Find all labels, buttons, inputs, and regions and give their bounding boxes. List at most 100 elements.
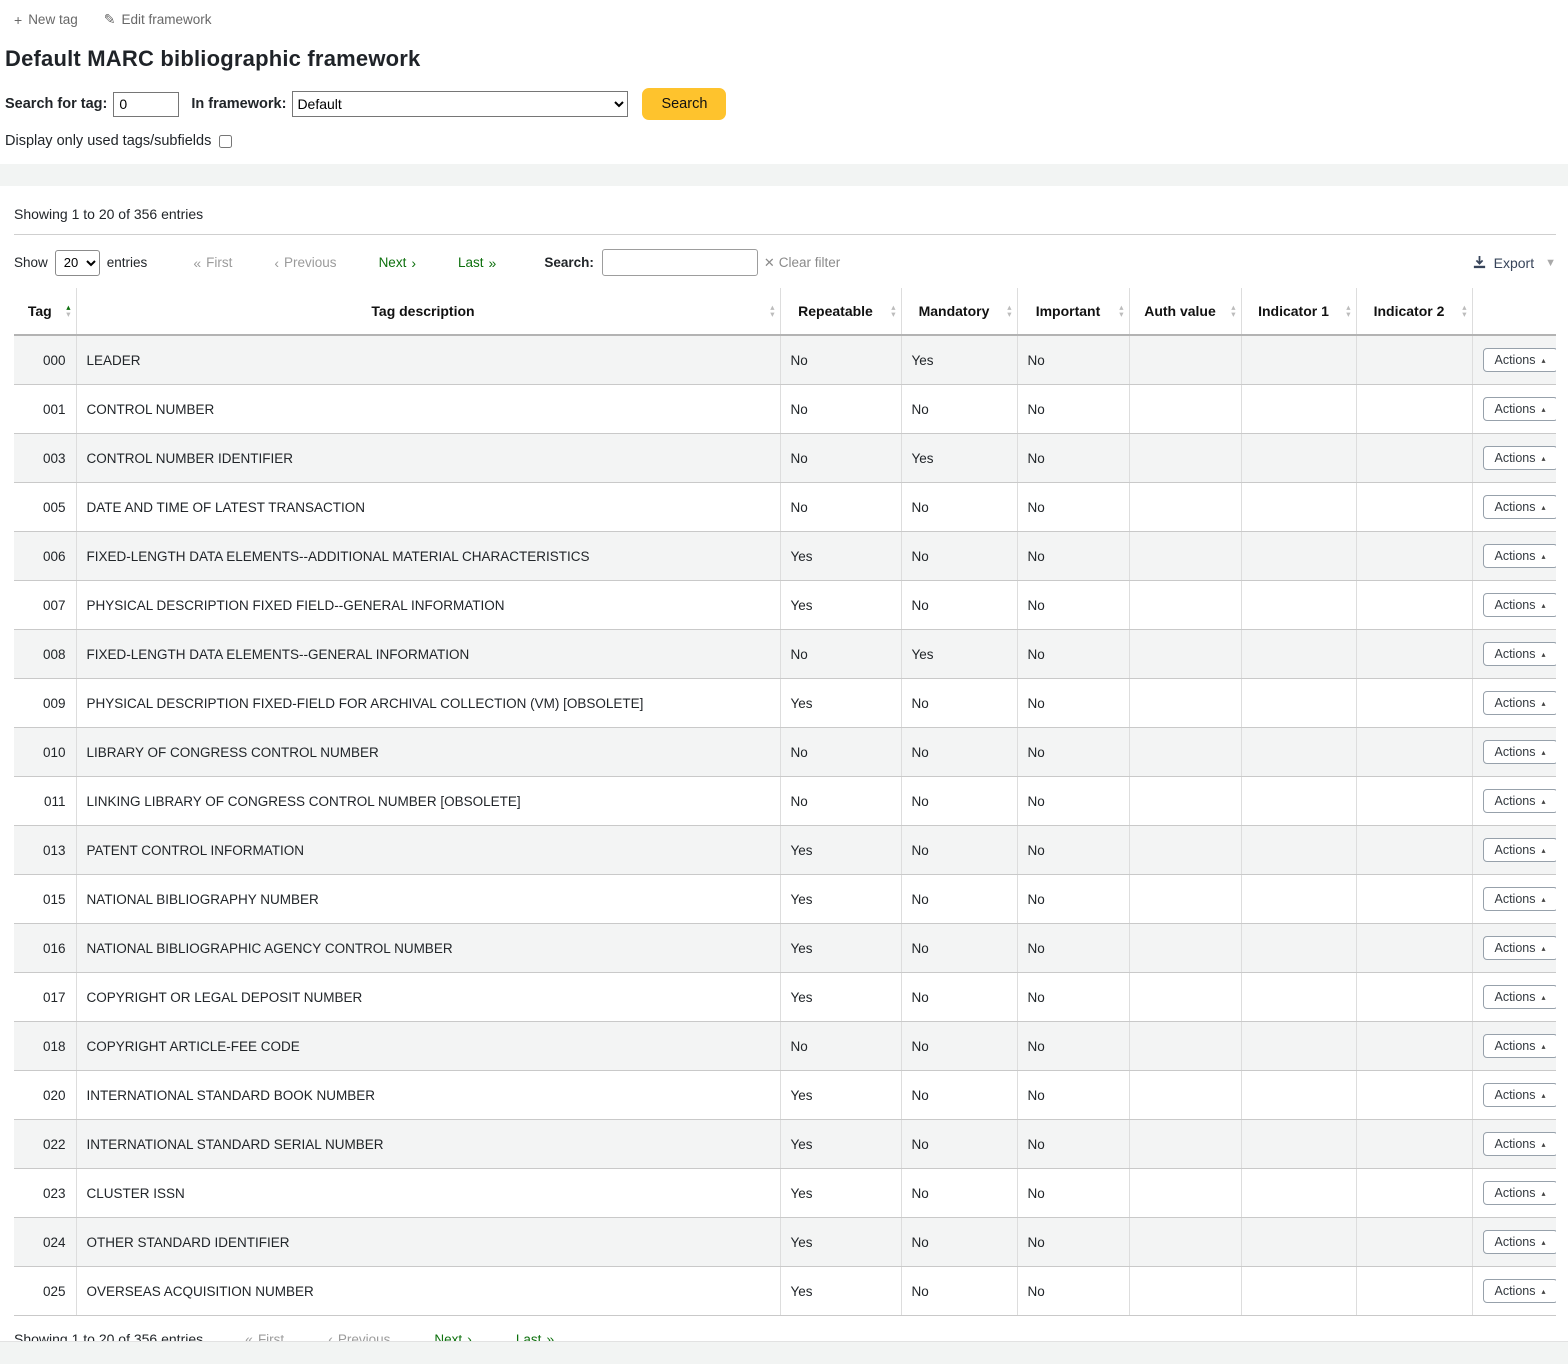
actions-button[interactable]: Actions▴	[1483, 1181, 1557, 1205]
search-form: Search for tag: In framework: Default Se…	[0, 84, 1568, 149]
actions-button[interactable]: Actions▴	[1483, 593, 1557, 617]
new-tag-button[interactable]: + New tag	[14, 12, 78, 28]
tag-cell: 007	[14, 581, 76, 630]
table-row: 013PATENT CONTROL INFORMATIONYesNoNoActi…	[14, 826, 1556, 875]
actions-button[interactable]: Actions▴	[1483, 740, 1557, 764]
header-auth-value[interactable]: Auth value▴▾	[1129, 288, 1241, 335]
actions-button[interactable]: Actions▴	[1483, 1083, 1557, 1107]
auth-value-cell	[1129, 973, 1241, 1022]
actions-button[interactable]: Actions▴	[1483, 1279, 1557, 1303]
tag-cell: 001	[14, 385, 76, 434]
actions-button[interactable]: Actions▴	[1483, 495, 1557, 519]
actions-button[interactable]: Actions▴	[1483, 348, 1557, 372]
actions-button[interactable]: Actions▴	[1483, 691, 1557, 715]
export-button[interactable]: Export ▼	[1472, 255, 1556, 271]
framework-select[interactable]: Default	[292, 91, 628, 117]
chevron-up-icon: ▴	[1542, 650, 1546, 659]
description-cell: LIBRARY OF CONGRESS CONTROL NUMBER	[76, 728, 780, 777]
sort-icon: ▴▾	[770, 304, 774, 318]
description-cell: COPYRIGHT OR LEGAL DEPOSIT NUMBER	[76, 973, 780, 1022]
header-tag[interactable]: Tag▴▾	[14, 288, 76, 335]
indicator1-cell	[1241, 1169, 1356, 1218]
description-cell: CLUSTER ISSN	[76, 1169, 780, 1218]
important-cell: No	[1017, 924, 1129, 973]
header-indicator-1[interactable]: Indicator 1▴▾	[1241, 288, 1356, 335]
footer-band	[0, 1341, 1568, 1364]
actions-button[interactable]: Actions▴	[1483, 446, 1557, 470]
mandatory-cell: No	[901, 826, 1017, 875]
page-title: Default MARC bibliographic framework	[0, 36, 1568, 84]
actions-button[interactable]: Actions▴	[1483, 1034, 1557, 1058]
header-important[interactable]: Important▴▾	[1017, 288, 1129, 335]
repeatable-cell: No	[780, 728, 901, 777]
description-cell: OTHER STANDARD IDENTIFIER	[76, 1218, 780, 1267]
header-indicator-2[interactable]: Indicator 2▴▾	[1356, 288, 1472, 335]
display-only-used-checkbox[interactable]	[219, 135, 232, 148]
edit-framework-button[interactable]: ✎ Edit framework	[104, 11, 212, 28]
page-size-select[interactable]: 20	[55, 250, 100, 276]
chevron-up-icon: ▴	[1542, 1189, 1546, 1198]
repeatable-cell: Yes	[780, 581, 901, 630]
table-row: 001CONTROL NUMBERNoNoNoActions▴	[14, 385, 1556, 434]
chevron-up-icon: ▴	[1542, 454, 1546, 463]
mandatory-cell: No	[901, 1267, 1017, 1316]
chevron-up-icon: ▴	[1542, 601, 1546, 610]
sort-icon: ▴▾	[891, 304, 895, 318]
repeatable-cell: No	[780, 385, 901, 434]
actions-button[interactable]: Actions▴	[1483, 985, 1557, 1009]
sort-icon: ▴▾	[1346, 304, 1350, 318]
actions-button[interactable]: Actions▴	[1483, 1230, 1557, 1254]
actions-cell: Actions▴	[1472, 434, 1556, 483]
tag-cell: 008	[14, 630, 76, 679]
auth-value-cell	[1129, 679, 1241, 728]
actions-cell: Actions▴	[1472, 1071, 1556, 1120]
actions-button[interactable]: Actions▴	[1483, 936, 1557, 960]
last-page-button[interactable]: Last»	[458, 255, 496, 271]
next-page-button[interactable]: Next›	[379, 255, 416, 271]
clear-filter-button[interactable]: ✕ Clear filter	[764, 255, 840, 271]
header-mandatory[interactable]: Mandatory▴▾	[901, 288, 1017, 335]
actions-cell: Actions▴	[1472, 777, 1556, 826]
actions-button[interactable]: Actions▴	[1483, 642, 1557, 666]
actions-cell: Actions▴	[1472, 532, 1556, 581]
actions-button[interactable]: Actions▴	[1483, 1132, 1557, 1156]
tag-cell: 023	[14, 1169, 76, 1218]
auth-value-cell	[1129, 728, 1241, 777]
header-tag-description[interactable]: Tag description▴▾	[76, 288, 780, 335]
toolbar: + New tag ✎ Edit framework	[0, 0, 1568, 36]
description-cell: PATENT CONTROL INFORMATION	[76, 826, 780, 875]
sort-icon: ▴▾	[1462, 304, 1466, 318]
tag-cell: 017	[14, 973, 76, 1022]
indicator2-cell	[1356, 973, 1472, 1022]
tag-search-input[interactable]	[113, 92, 179, 117]
actions-button[interactable]: Actions▴	[1483, 544, 1557, 568]
repeatable-cell: Yes	[780, 1169, 901, 1218]
actions-button[interactable]: Actions▴	[1483, 789, 1557, 813]
mandatory-cell: Yes	[901, 335, 1017, 385]
actions-button[interactable]: Actions▴	[1483, 838, 1557, 862]
important-cell: No	[1017, 1120, 1129, 1169]
description-cell: PHYSICAL DESCRIPTION FIXED-FIELD FOR ARC…	[76, 679, 780, 728]
actions-cell: Actions▴	[1472, 335, 1556, 385]
chevron-up-icon: ▴	[1542, 405, 1546, 414]
description-cell: NATIONAL BIBLIOGRAPHIC AGENCY CONTROL NU…	[76, 924, 780, 973]
actions-button[interactable]: Actions▴	[1483, 887, 1557, 911]
header-repeatable[interactable]: Repeatable▴▾	[780, 288, 901, 335]
actions-button[interactable]: Actions▴	[1483, 397, 1557, 421]
indicator2-cell	[1356, 581, 1472, 630]
table-row: 006FIXED-LENGTH DATA ELEMENTS--ADDITIONA…	[14, 532, 1556, 581]
actions-cell: Actions▴	[1472, 826, 1556, 875]
table-row: 020INTERNATIONAL STANDARD BOOK NUMBERYes…	[14, 1071, 1556, 1120]
actions-cell: Actions▴	[1472, 924, 1556, 973]
search-button[interactable]: Search	[642, 88, 726, 120]
important-cell: No	[1017, 630, 1129, 679]
mandatory-cell: No	[901, 483, 1017, 532]
sort-icon: ▴▾	[66, 304, 70, 318]
table-search-input[interactable]	[602, 249, 758, 276]
previous-page-button[interactable]: ‹Previous	[274, 255, 336, 271]
indicator1-cell	[1241, 434, 1356, 483]
first-page-button[interactable]: «First	[193, 255, 232, 271]
actions-cell: Actions▴	[1472, 875, 1556, 924]
pencil-icon: ✎	[104, 11, 116, 28]
table-row: 022INTERNATIONAL STANDARD SERIAL NUMBERY…	[14, 1120, 1556, 1169]
